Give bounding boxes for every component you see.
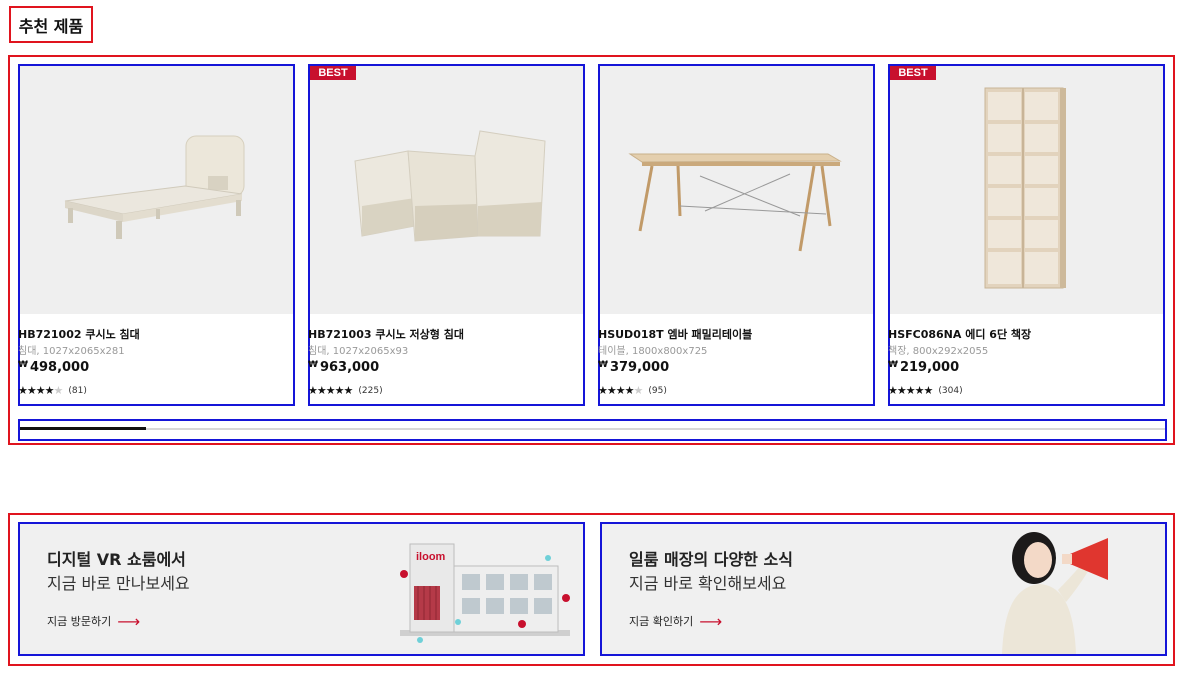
star-rating-icon: ★★★★★ xyxy=(18,384,63,397)
section-title: 추천 제품 xyxy=(9,6,93,43)
product-price: ₩379,000 xyxy=(598,360,669,375)
product-spec: 책장, 800x292x2055 xyxy=(888,346,989,357)
star-rating-icon: ★★★★★ xyxy=(598,384,643,397)
review-count: (95) xyxy=(648,385,667,396)
product-price: ₩498,000 xyxy=(18,360,89,375)
product-image-4[interactable]: BEST xyxy=(890,66,1163,314)
product-name[interactable]: HSUD018T 엠바 패밀리테이블 xyxy=(598,326,752,342)
banner-subtitle: 지금 바로 확인해보세요 xyxy=(629,574,787,593)
section-title-text: 추천 제품 xyxy=(18,16,84,36)
visit-link[interactable]: 지금 방문하기 ⟶ xyxy=(47,613,140,629)
currency-symbol: ₩ xyxy=(18,360,28,370)
banner-subtitle: 지금 바로 만나보세요 xyxy=(47,574,190,593)
currency-symbol: ₩ xyxy=(598,360,608,370)
star-rating-icon: ★★★★★ xyxy=(888,384,933,397)
building-logo-text: iloom xyxy=(416,551,446,563)
review-count: (81) xyxy=(68,385,87,396)
store-news-banner[interactable]: 일룸 매장의 다양한 소식 지금 바로 확인해보세요 지금 확인하기 ⟶ xyxy=(600,522,1167,656)
product-rating: ★★★★★ (81) xyxy=(18,384,87,397)
product-name[interactable]: HSFC086NA 에디 6단 책장 xyxy=(888,326,1031,342)
product-card-4[interactable]: BEST HSFC086NA 에디 6단 책장 책장, 800x292x2055… xyxy=(888,64,1165,406)
product-name[interactable]: HB721003 쿠시노 저상형 침대 xyxy=(308,326,464,342)
star-rating-icon: ★★★★★ xyxy=(308,384,353,397)
check-link-label[interactable]: 지금 확인하기 xyxy=(629,613,693,629)
product-carousel: HB721002 쿠시노 침대 침대, 1027x2065x281 ₩498,0… xyxy=(8,55,1175,445)
best-badge: BEST xyxy=(310,66,356,80)
scrollbar-thumb[interactable] xyxy=(20,427,146,430)
product-price: ₩963,000 xyxy=(308,360,379,375)
check-link[interactable]: 지금 확인하기 ⟶ xyxy=(629,613,722,629)
price-value: 219,000 xyxy=(899,360,960,375)
product-image-3[interactable] xyxy=(600,66,873,314)
product-image-2[interactable]: BEST xyxy=(310,66,583,314)
bookshelf-image-icon xyxy=(984,87,1066,289)
scrollbar-track[interactable] xyxy=(20,428,1165,430)
product-price: ₩219,000 xyxy=(888,360,959,375)
visit-link-label[interactable]: 지금 방문하기 xyxy=(47,613,111,629)
product-card-1[interactable]: HB721002 쿠시노 침대 침대, 1027x2065x281 ₩498,0… xyxy=(18,64,295,406)
carousel-scrollbar[interactable] xyxy=(18,419,1167,441)
product-name[interactable]: HB721002 쿠시노 침대 xyxy=(18,326,140,342)
product-card-3[interactable]: HSUD018T 엠바 패밀리테이블 테이블, 1800x800x725 ₩37… xyxy=(598,64,875,406)
product-spec: 침대, 1027x2065x281 xyxy=(18,346,125,357)
bed-image-icon xyxy=(64,135,245,239)
building-illustration-icon: iloom xyxy=(400,543,570,643)
low-bed-image-icon xyxy=(354,130,546,242)
best-badge: BEST xyxy=(890,66,936,80)
product-image-1[interactable] xyxy=(20,66,293,314)
product-rating: ★★★★★ (304) xyxy=(888,384,963,397)
banner-title: 일룸 매장의 다양한 소식 xyxy=(629,550,793,569)
currency-symbol: ₩ xyxy=(308,360,318,370)
price-value: 498,000 xyxy=(29,360,90,375)
vr-showroom-banner[interactable]: 디지털 VR 쇼룸에서 지금 바로 만나보세요 지금 방문하기 ⟶ iloom xyxy=(18,522,585,656)
product-card-2[interactable]: BEST HB721003 쿠시노 저상형 침대 침대, 1027x2065x9… xyxy=(308,64,585,406)
review-count: (304) xyxy=(938,385,963,396)
review-count: (225) xyxy=(358,385,383,396)
currency-symbol: ₩ xyxy=(888,360,898,370)
product-spec: 테이블, 1800x800x725 xyxy=(598,346,708,357)
arrow-right-icon: ⟶ xyxy=(699,611,723,631)
price-value: 963,000 xyxy=(319,360,380,375)
price-value: 379,000 xyxy=(609,360,670,375)
banner-title: 디지털 VR 쇼룸에서 xyxy=(47,550,186,569)
woman-megaphone-illustration-icon xyxy=(962,524,1165,654)
banner-section: 디지털 VR 쇼룸에서 지금 바로 만나보세요 지금 방문하기 ⟶ iloom xyxy=(8,513,1175,666)
product-spec: 침대, 1027x2065x93 xyxy=(308,346,409,357)
table-image-icon xyxy=(628,153,842,252)
product-rating: ★★★★★ (225) xyxy=(308,384,383,397)
product-rating: ★★★★★ (95) xyxy=(598,384,667,397)
arrow-right-icon: ⟶ xyxy=(117,611,141,631)
